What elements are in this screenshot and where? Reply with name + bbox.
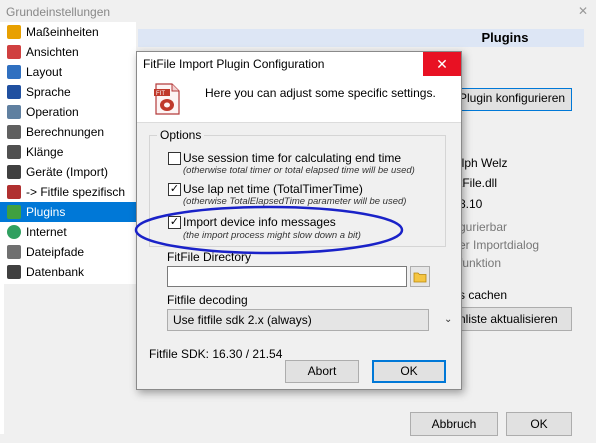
configure-plugin-button[interactable]: Plugin konfigurieren bbox=[450, 88, 572, 111]
plugin-info-importdialog: er Importdialog bbox=[459, 238, 540, 252]
document-icon bbox=[7, 245, 21, 259]
dialog-ok-label: OK bbox=[400, 364, 418, 378]
dialog-title: FitFile Import Plugin Configuration bbox=[143, 57, 325, 71]
sidebar-item-ansichten[interactable]: Ansichten bbox=[0, 42, 136, 62]
plugin-author: alph Welz bbox=[455, 156, 508, 170]
fitfile-decoding-select[interactable]: Use fitfile sdk 2.x (always) ⌄ bbox=[167, 309, 452, 331]
sidebar-item-label: Internet bbox=[26, 225, 67, 239]
sidebar-item-dateipfade[interactable]: Dateipfade bbox=[0, 242, 136, 262]
device-icon bbox=[7, 165, 21, 179]
window-title: Grundeinstellungen bbox=[6, 5, 111, 19]
plugin-version: 8.10 bbox=[459, 197, 483, 211]
fitfile-directory-input[interactable] bbox=[167, 266, 407, 287]
puzzle-icon bbox=[7, 205, 21, 219]
sidebar-item-klaenge[interactable]: Klänge bbox=[0, 142, 136, 162]
dialog-header: FIT Here you can adjust some specific se… bbox=[137, 76, 461, 123]
database-icon bbox=[7, 265, 21, 279]
sidebar-item-layout[interactable]: Layout bbox=[0, 62, 136, 82]
sidebar-item-fitfile-spezifisch[interactable]: -> Fitfile spezifisch bbox=[0, 182, 136, 202]
sidebar-item-label: Klänge bbox=[26, 145, 64, 159]
plugin-dll: tFile.dll bbox=[459, 176, 498, 190]
sidebar-bottom bbox=[0, 284, 4, 434]
plugin-info-configurable: gurierbar bbox=[459, 220, 508, 234]
folder-icon bbox=[413, 272, 427, 283]
wrench-icon bbox=[7, 105, 21, 119]
update-plugin-list-button[interactable]: nliste aktualisieren bbox=[450, 307, 572, 331]
sidebar-item-operation[interactable]: Operation bbox=[0, 102, 136, 122]
internet-icon bbox=[7, 225, 21, 239]
panel-title: Plugins bbox=[481, 30, 529, 45]
windows-icon bbox=[7, 45, 21, 59]
chevron-down-icon: ⌄ bbox=[444, 314, 453, 325]
dialog-ok-button[interactable]: OK bbox=[372, 360, 446, 383]
plugin-cache-label: s cachen bbox=[459, 288, 508, 302]
dialog-subtitle: Here you can adjust some specific settin… bbox=[205, 86, 436, 100]
panel-header: Plugins bbox=[138, 29, 584, 47]
lap-net-time-label[interactable]: Use lap net time (TotalTimerTime) bbox=[183, 182, 363, 196]
ruler-icon bbox=[7, 25, 21, 39]
settings-sidebar: Maßeinheiten Ansichten Layout Sprache Op… bbox=[0, 22, 136, 284]
parent-cancel-label: Abbruch bbox=[431, 417, 477, 431]
fitfile-icon bbox=[7, 185, 21, 199]
sidebar-item-berechnungen[interactable]: Berechnungen bbox=[0, 122, 136, 142]
session-time-checkbox[interactable] bbox=[168, 152, 181, 165]
folder-browse-button[interactable] bbox=[410, 266, 430, 287]
sidebar-item-label: Maßeinheiten bbox=[26, 25, 99, 39]
fitfile-sdk-version: Fitfile SDK: 16.30 / 21.54 bbox=[149, 347, 283, 361]
sidebar-item-label: Berechnungen bbox=[26, 125, 105, 139]
options-legend: Options bbox=[157, 128, 205, 142]
sidebar-item-geraete[interactable]: Geräte (Import) bbox=[0, 162, 136, 182]
sidebar-item-masseinheiten[interactable]: Maßeinheiten bbox=[0, 22, 136, 42]
fit-document-icon: FIT bbox=[154, 83, 180, 115]
fitfile-directory-label: FitFile Directory bbox=[167, 250, 252, 264]
sidebar-item-label: -> Fitfile spezifisch bbox=[26, 185, 126, 199]
sidebar-item-plugins[interactable]: Plugins bbox=[0, 202, 136, 222]
abort-label: Abort bbox=[307, 364, 337, 378]
fitfile-config-dialog: FitFile Import Plugin Configuration ✕ FI… bbox=[134, 51, 462, 390]
sidebar-item-datenbank[interactable]: Datenbank bbox=[0, 262, 136, 282]
speaker-icon bbox=[7, 145, 21, 159]
sidebar-item-label: Ansichten bbox=[26, 45, 79, 59]
sidebar-item-sprache[interactable]: Sprache bbox=[0, 82, 136, 102]
configure-plugin-label: Plugin konfigurieren bbox=[459, 91, 566, 105]
session-time-hint: (otherwise total timer or total elapsed … bbox=[183, 165, 415, 176]
plugin-info-function: funktion bbox=[459, 256, 502, 270]
sidebar-item-label: Layout bbox=[26, 65, 63, 79]
sidebar-item-label: Plugins bbox=[26, 205, 66, 219]
parent-cancel-button[interactable]: Abbruch bbox=[410, 412, 498, 436]
sidebar-item-label: Geräte (Import) bbox=[26, 165, 109, 179]
sidebar-item-label: Sprache bbox=[26, 85, 71, 99]
lap-net-time-checkbox[interactable]: ✓ bbox=[168, 183, 181, 196]
sidebar-item-label: Dateipfade bbox=[26, 245, 85, 259]
dialog-titlebar: FitFile Import Plugin Configuration ✕ bbox=[137, 52, 461, 76]
layout-icon bbox=[7, 65, 21, 79]
sidebar-item-internet[interactable]: Internet bbox=[0, 222, 136, 242]
sidebar-item-label: Operation bbox=[26, 105, 79, 119]
window-close-icon[interactable]: ✕ bbox=[575, 3, 591, 19]
abort-button[interactable]: Abort bbox=[285, 360, 359, 383]
sidebar-item-label: Datenbank bbox=[26, 265, 85, 279]
globe-flag-icon bbox=[7, 85, 21, 99]
dialog-close-icon[interactable]: ✕ bbox=[423, 52, 461, 76]
svg-text:FIT: FIT bbox=[156, 91, 165, 97]
highlight-ellipse-annotation bbox=[134, 205, 404, 255]
fitfile-decoding-label: Fitfile decoding bbox=[167, 293, 248, 307]
decoding-selected-value: Use fitfile sdk 2.x (always) bbox=[173, 313, 312, 327]
calculator-icon bbox=[7, 125, 21, 139]
update-plugin-list-label: nliste aktualisieren bbox=[459, 312, 558, 326]
parent-ok-label: OK bbox=[530, 417, 548, 431]
session-time-label[interactable]: Use session time for calculating end tim… bbox=[183, 151, 401, 165]
parent-ok-button[interactable]: OK bbox=[506, 412, 572, 436]
